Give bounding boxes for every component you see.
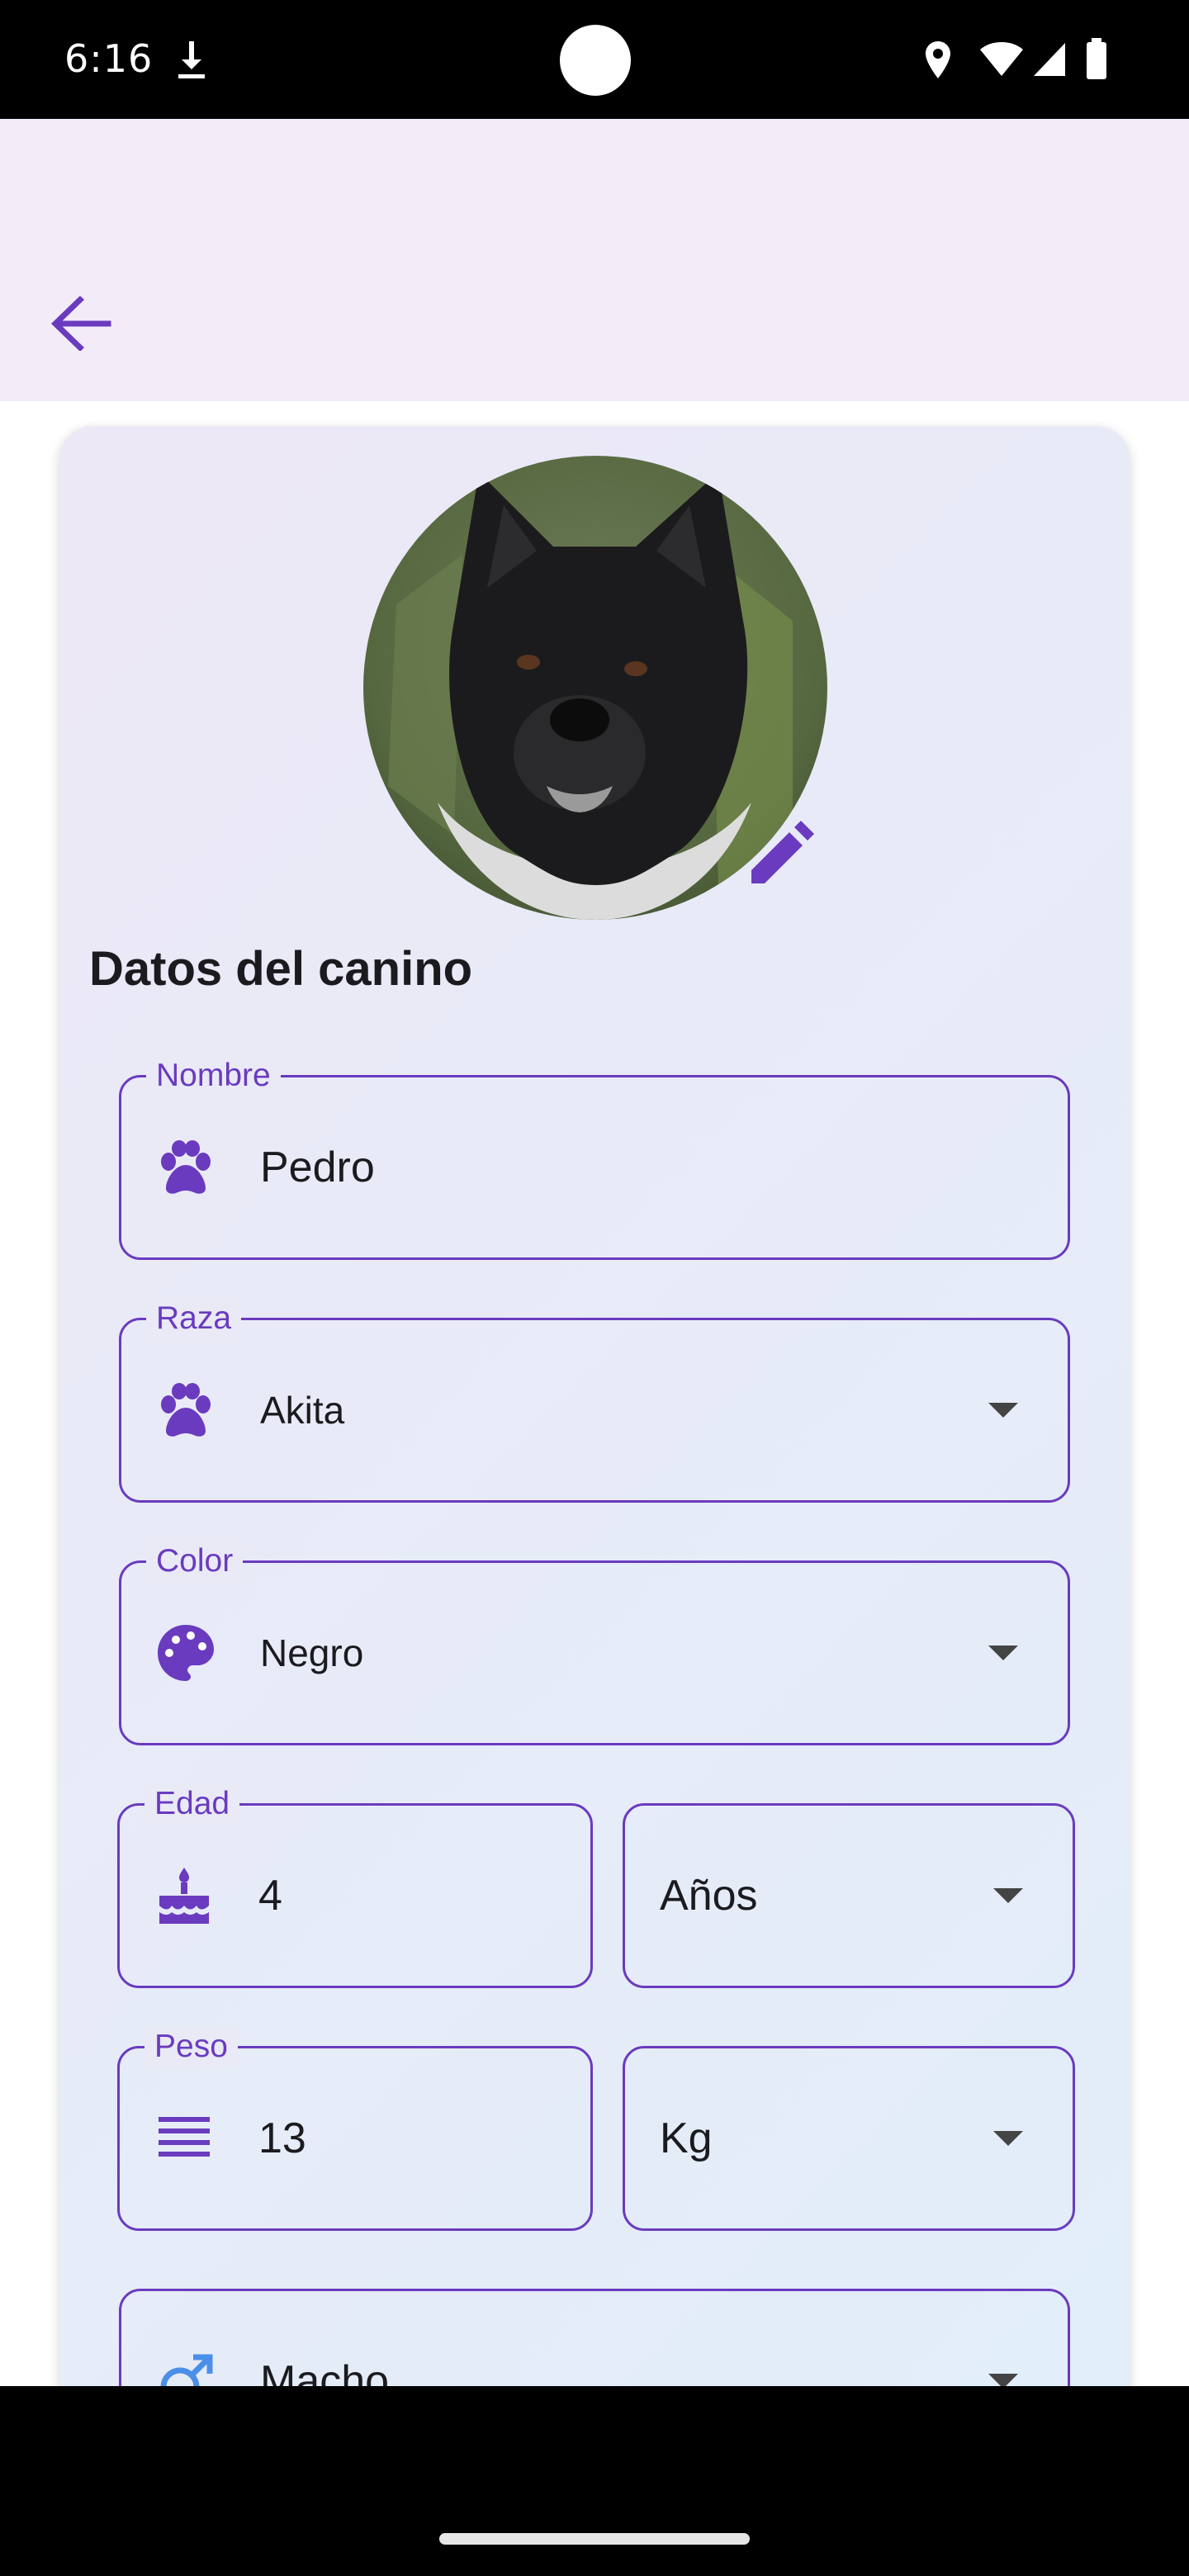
paw-icon	[156, 1380, 216, 1440]
arrow-back-icon	[50, 295, 111, 355]
weight-lines-icon	[154, 2109, 214, 2168]
nombre-value: Pedro	[260, 1144, 375, 1191]
front-camera	[560, 25, 631, 96]
sexo-dropdown[interactable]: Macho	[119, 2289, 1070, 2386]
peso-unit-value: Kg	[660, 2114, 713, 2162]
dog-form-card: Datos del canino Nombre Pedro Raza Akita…	[59, 426, 1130, 2386]
male-icon	[156, 2351, 216, 2386]
color-label: Color	[146, 1541, 244, 1581]
home-gesture-handle[interactable]	[439, 2533, 750, 2545]
raza-dropdown[interactable]: Raza Akita	[119, 1299, 1070, 1503]
status-time: 6:16	[64, 36, 154, 81]
raza-value: Akita	[260, 1389, 345, 1432]
color-value: Negro	[260, 1631, 364, 1674]
edad-value: 4	[258, 1872, 282, 1920]
back-button[interactable]	[40, 284, 122, 367]
wifi-icon	[979, 41, 1024, 82]
chevron-down-icon	[988, 1403, 1018, 1418]
peso-unit-dropdown[interactable]: Kg	[623, 2046, 1075, 2231]
location-icon	[921, 40, 955, 85]
pencil-icon	[746, 819, 816, 893]
sexo-value: Macho	[260, 2357, 390, 2386]
nombre-field[interactable]: Nombre Pedro	[119, 1056, 1070, 1260]
raza-label: Raza	[146, 1299, 242, 1338]
section-title: Datos del canino	[89, 942, 473, 996]
app-screen: Datos del canino Nombre Pedro Raza Akita…	[0, 119, 1189, 2386]
peso-label: Peso	[144, 2027, 238, 2067]
signal-icon	[1032, 41, 1067, 82]
paw-icon	[156, 1138, 216, 1197]
edad-field[interactable]: Edad 4	[117, 1784, 593, 1988]
edit-photo-button[interactable]	[741, 816, 821, 895]
peso-field[interactable]: Peso 13	[117, 2027, 593, 2231]
app-bar	[0, 119, 1189, 401]
edad-unit-dropdown[interactable]: Años	[623, 1803, 1075, 1988]
palette-icon	[156, 1623, 216, 1683]
edad-label: Edad	[144, 1784, 240, 1824]
cake-icon	[154, 1866, 214, 1925]
navigation-bar	[0, 2386, 1189, 2576]
status-bar: 6:16	[0, 0, 1189, 119]
edad-unit-value: Años	[660, 1872, 758, 1920]
nombre-label: Nombre	[146, 1056, 281, 1096]
chevron-down-icon	[988, 1646, 1018, 1660]
download-icon	[175, 40, 208, 85]
color-dropdown[interactable]: Color Negro	[119, 1541, 1070, 1745]
chevron-down-icon	[993, 1888, 1023, 1903]
peso-value: 13	[258, 2114, 306, 2162]
chevron-down-icon	[988, 2374, 1018, 2386]
battery-icon	[1085, 38, 1108, 85]
chevron-down-icon	[993, 2131, 1023, 2146]
